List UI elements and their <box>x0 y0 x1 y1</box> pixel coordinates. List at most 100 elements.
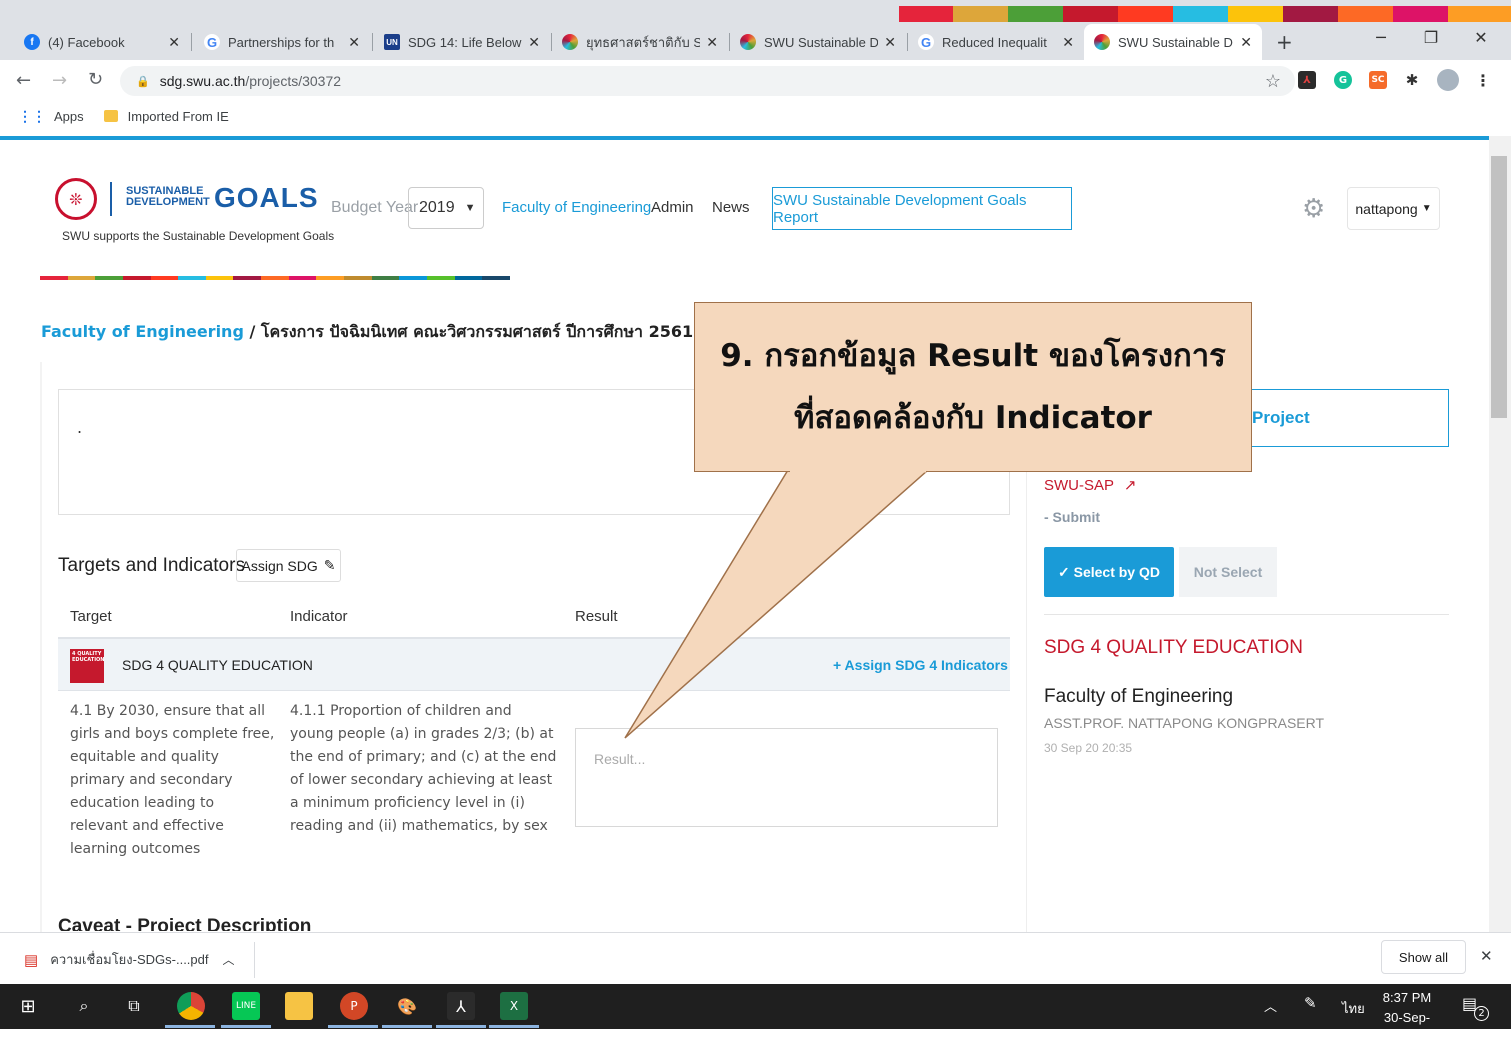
column-header-result: Result <box>575 608 618 625</box>
close-tab-icon[interactable]: ✕ <box>706 34 718 51</box>
show-all-button[interactable]: Show all <box>1381 940 1466 974</box>
budget-year-select[interactable]: 2019 ▼ <box>408 187 484 229</box>
acrobat-icon[interactable]: ⅄ <box>447 992 475 1020</box>
pdf-extension-icon[interactable]: ⅄ <box>1298 71 1316 89</box>
sdg-logo-text: SUSTAINABLE DEVELOPMENT <box>126 186 210 208</box>
sdg-report-button[interactable]: SWU Sustainable Development Goals Report <box>772 187 1072 230</box>
input-language[interactable]: ไทย <box>1342 998 1365 1019</box>
browser-tab[interactable]: SWU Sustainable D ✕ <box>730 24 906 60</box>
google-icon: G <box>918 34 934 50</box>
tab-title: ยุทธศาสตร์ชาติกับ SI <box>586 34 701 50</box>
forward-icon[interactable]: → <box>52 70 67 91</box>
gear-icon[interactable]: ⚙ <box>1302 194 1325 224</box>
task-view-icon[interactable]: ⧉ <box>120 992 148 1020</box>
windows-start-icon[interactable]: ⊞ <box>14 992 42 1020</box>
active-app-indicator <box>165 1025 215 1028</box>
caveat-section-title: Caveat - Project Description <box>58 916 312 931</box>
close-downloads-icon[interactable]: ✕ <box>1480 947 1493 965</box>
browser-tab[interactable]: f (4) Facebook ✕ <box>14 24 190 60</box>
close-tab-icon[interactable]: ✕ <box>1062 34 1074 51</box>
reload-icon[interactable]: ↻ <box>88 69 103 90</box>
nav-admin-link[interactable]: Admin <box>651 199 694 216</box>
not-select-button[interactable]: Not Select <box>1179 547 1277 597</box>
scrollbar-thumb[interactable] <box>1491 156 1507 418</box>
pdf-file-icon: ▤ <box>24 951 39 969</box>
sdg-color-stripe <box>1063 6 1118 22</box>
user-menu-button[interactable]: nattapong ▼ <box>1347 187 1440 230</box>
url-host: sdg.swu.ac.th <box>159 73 246 89</box>
target-cell: 4.1 By 2030, ensure that all girls and b… <box>70 703 275 857</box>
browser-tab[interactable]: ยุทธศาสตร์ชาติกับ SI ✕ <box>552 24 728 60</box>
close-tab-icon[interactable]: ✕ <box>884 34 896 51</box>
browser-tab-active[interactable]: SWU Sustainable D ✕ <box>1084 24 1262 60</box>
nav-faculty-link[interactable]: Faculty of Engineering <box>502 199 651 216</box>
breadcrumb-faculty-link[interactable]: Faculty of Engineering <box>41 322 244 341</box>
site-tagline: SWU supports the Sustainable Development… <box>62 229 335 243</box>
facebook-icon: f <box>24 34 40 50</box>
download-item[interactable]: ▤ ความเชื่อมโยง-SDGs-....pdf ︿ <box>24 949 235 970</box>
swu-sap-link[interactable]: SWU-SAP ↗ <box>1044 476 1136 494</box>
select-by-qd-button[interactable]: ✓ Select by QD <box>1044 547 1174 597</box>
paint-icon[interactable]: 🎨 <box>393 992 421 1020</box>
un-icon: UN <box>384 34 400 50</box>
chevron-down-icon: ▼ <box>464 202 476 214</box>
sc-extension-icon[interactable]: SC <box>1369 71 1387 89</box>
extensions-puzzle-icon[interactable]: ✱ <box>1403 71 1421 89</box>
result-input[interactable]: Result... <box>575 728 998 827</box>
new-tab-button[interactable]: + <box>1276 30 1293 54</box>
nav-news-link[interactable]: News <box>712 199 750 216</box>
excel-icon[interactable]: X <box>500 992 528 1020</box>
assign-sdg-button[interactable]: Assign SDG ✎ <box>236 549 341 582</box>
assign-sdg4-indicators-link[interactable]: + Assign SDG 4 Indicators <box>833 657 1008 673</box>
grammarly-icon[interactable]: G <box>1334 71 1352 89</box>
active-app-indicator <box>436 1025 486 1028</box>
profile-avatar[interactable] <box>1437 69 1459 91</box>
google-icon: G <box>204 34 220 50</box>
chrome-taskbar-icon[interactable] <box>177 992 205 1020</box>
sidebar-date: 30 Sep 20 20:35 <box>1044 741 1133 755</box>
tab-separator <box>372 33 373 51</box>
search-icon[interactable]: ⌕ <box>70 992 98 1020</box>
powerpoint-icon[interactable]: P <box>340 992 368 1020</box>
browser-tab[interactable]: G Partnerships for th ✕ <box>194 24 370 60</box>
swu-seal-logo[interactable]: ❊ <box>55 178 97 220</box>
column-header-target: Target <box>70 608 112 625</box>
close-window-icon[interactable]: ✕ <box>1458 28 1504 47</box>
browser-tab[interactable]: UN SDG 14: Life Below ✕ <box>374 24 550 60</box>
back-icon[interactable]: ← <box>16 70 31 91</box>
close-tab-icon[interactable]: ✕ <box>528 34 540 51</box>
user-name: nattapong <box>1355 200 1418 217</box>
close-tab-icon[interactable]: ✕ <box>348 34 360 51</box>
tab-title: (4) Facebook <box>48 34 125 50</box>
line-app-icon[interactable]: LINE <box>232 992 260 1020</box>
pen-icon[interactable]: ✎ <box>1304 994 1317 1012</box>
logo-line2: DEVELOPMENT <box>126 196 210 208</box>
minimize-icon[interactable]: ─ <box>1358 28 1404 47</box>
bookmark-imported-from-ie[interactable]: Imported From IE <box>128 109 229 124</box>
active-app-indicator <box>221 1025 271 1028</box>
clock-time: 8:37 PM <box>1382 990 1432 1005</box>
card-border <box>40 362 42 932</box>
restore-icon[interactable]: ❐ <box>1408 28 1454 47</box>
bookmark-apps[interactable]: Apps <box>54 109 84 124</box>
notification-count: 2 <box>1474 1006 1489 1021</box>
chevron-up-icon[interactable]: ︿ <box>223 951 235 968</box>
tray-chevron-icon[interactable]: ︿ <box>1264 996 1277 1015</box>
bookmark-star-icon[interactable]: ☆ <box>1265 71 1281 92</box>
tab-title: SDG 14: Life Below <box>408 34 522 50</box>
apps-grid-icon[interactable]: ⋮⋮ <box>18 108 46 125</box>
indicator-cell: 4.1.1 Proportion of children and young p… <box>290 703 557 834</box>
address-bar[interactable]: 🔒 sdg.swu.ac.th/projects/30372 ☆ <box>120 66 1295 96</box>
windows-taskbar <box>0 984 1511 1029</box>
sdg-color-stripe <box>1118 6 1173 22</box>
chrome-menu-icon[interactable]: ⋮ <box>1474 71 1492 90</box>
sdg-color-stripe <box>899 6 953 22</box>
taskbar-clock[interactable]: 8:37 PM 30-Sep-20 <box>1377 988 1437 1048</box>
file-explorer-icon[interactable] <box>285 992 313 1020</box>
sdg-color-stripe <box>1008 6 1063 22</box>
close-tab-icon[interactable]: ✕ <box>168 34 180 51</box>
browser-tab[interactable]: G Reduced Inequalit ✕ <box>908 24 1084 60</box>
active-app-indicator <box>489 1025 539 1028</box>
close-tab-icon[interactable]: ✕ <box>1240 34 1252 51</box>
breadcrumb-project: โครงการ ปัจฉิมนิเทศ คณะวิศวกรรมศาสตร์ ปี… <box>260 322 694 341</box>
